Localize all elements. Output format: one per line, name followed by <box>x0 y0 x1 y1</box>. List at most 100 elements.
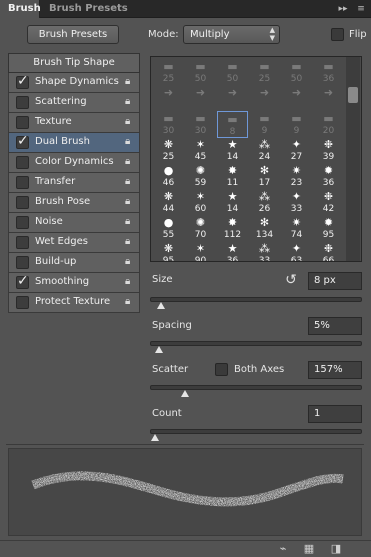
lock-icon[interactable]: 🔒︎ <box>125 76 135 88</box>
double-arrow-icon[interactable]: ▸▸ <box>336 2 350 16</box>
lock-icon[interactable]: 🔒︎ <box>125 176 135 188</box>
brush-tip-cell[interactable]: ★ 36 <box>217 241 248 261</box>
brush-tip-cell[interactable]: ⁂ 33 <box>249 241 280 261</box>
brush-tip-cell[interactable]: ✹ 36 <box>313 163 344 190</box>
lock-icon[interactable]: 🔒︎ <box>125 276 135 288</box>
brush-tip-shape-header[interactable]: Brush Tip Shape <box>8 53 140 73</box>
brush-tip-cell[interactable]: ▬ 9 <box>281 111 312 138</box>
scatter-field[interactable]: 157% <box>308 361 362 379</box>
brush-tip-cell[interactable]: ● 55 <box>153 215 184 242</box>
lock-icon[interactable]: 🔒︎ <box>125 216 135 228</box>
option-checkbox[interactable] <box>16 156 29 169</box>
lock-icon[interactable]: 🔒︎ <box>125 256 135 268</box>
brush-tip-cell[interactable]: ✻ 134 <box>249 215 280 242</box>
option-checkbox[interactable] <box>16 273 29 289</box>
option-checkbox[interactable] <box>16 176 29 189</box>
brush-tip-cell[interactable]: ▬ 8 <box>217 111 248 138</box>
mode-select[interactable]: Multiply ▲ ▼ <box>183 25 280 44</box>
count-slider-knob[interactable] <box>151 434 159 441</box>
scrollbar-thumb[interactable] <box>348 87 358 103</box>
brush-tip-cell[interactable]: ✷ 23 <box>281 163 312 190</box>
tip-grid-scrollbar[interactable] <box>346 57 360 261</box>
option-wet-edges[interactable]: Wet Edges 🔒︎ <box>8 233 140 253</box>
option-checkbox[interactable] <box>16 296 29 309</box>
option-checkbox[interactable] <box>16 133 29 149</box>
size-field[interactable]: 8 px <box>308 272 362 290</box>
brush-tip-cell[interactable]: ★ 14 <box>217 189 248 216</box>
brush-tip-cell[interactable]: ✻ 17 <box>249 163 280 190</box>
brush-tip-cell[interactable]: ✷ 74 <box>281 215 312 242</box>
option-dual-brush[interactable]: Dual Brush 🔒︎ <box>8 133 140 153</box>
option-checkbox[interactable] <box>16 256 29 269</box>
brush-tip-cell[interactable]: ✦ 63 <box>281 241 312 261</box>
brush-tip-cell[interactable]: ❋ 95 <box>153 241 184 261</box>
count-slider[interactable] <box>150 429 362 441</box>
option-checkbox[interactable] <box>16 216 29 229</box>
brush-tip-cell[interactable]: ✺ 59 <box>185 163 216 190</box>
brush-tip-cell[interactable]: ▬ 30 <box>185 111 216 138</box>
brush-tip-cell[interactable]: ❉ 39 <box>313 137 344 164</box>
spacing-field[interactable]: 5% <box>308 317 362 335</box>
lock-icon[interactable]: 🔒︎ <box>125 196 135 208</box>
lock-icon[interactable]: 🔒︎ <box>125 156 135 168</box>
both-axes-checkbox[interactable] <box>215 363 228 376</box>
brush-tip-cell[interactable]: ✸ 112 <box>217 215 248 242</box>
brush-tip-cell[interactable]: ▬ 25 <box>249 59 280 86</box>
brush-tip-cell[interactable]: ➜ <box>185 85 216 112</box>
brush-tip-cell[interactable]: ➜ <box>313 85 344 112</box>
spacing-slider-knob[interactable] <box>155 346 163 353</box>
brush-presets-button[interactable]: Brush Presets <box>27 25 119 44</box>
flip-checkbox[interactable] <box>331 28 344 41</box>
brush-tip-cell[interactable]: ✸ 11 <box>217 163 248 190</box>
reset-icon[interactable]: ↺ <box>284 273 298 287</box>
brush-tip-cell[interactable]: ✦ 27 <box>281 137 312 164</box>
lock-icon[interactable]: 🔒︎ <box>125 296 135 308</box>
brush-tip-cell[interactable]: ❋ 44 <box>153 189 184 216</box>
option-brush-pose[interactable]: Brush Pose 🔒︎ <box>8 193 140 213</box>
scatter-slider-knob[interactable] <box>181 390 189 397</box>
brush-tip-cell[interactable]: ▬ 50 <box>185 59 216 86</box>
brush-tip-cell[interactable]: ⁂ 24 <box>249 137 280 164</box>
spacing-slider[interactable] <box>150 341 362 353</box>
option-transfer[interactable]: Transfer 🔒︎ <box>8 173 140 193</box>
brush-tip-cell[interactable]: ● 46 <box>153 163 184 190</box>
brush-tip-cell[interactable]: ➜ <box>217 85 248 112</box>
brush-tip-cell[interactable]: ▬ 50 <box>217 59 248 86</box>
lock-icon[interactable]: 🔒︎ <box>125 116 135 128</box>
option-build-up[interactable]: Build-up 🔒︎ <box>8 253 140 273</box>
lock-icon[interactable]: 🔒︎ <box>125 236 135 248</box>
brush-tip-cell[interactable]: ➜ <box>281 85 312 112</box>
option-checkbox[interactable] <box>16 96 29 109</box>
option-checkbox[interactable] <box>16 236 29 249</box>
brush-tip-cell[interactable]: ✶ 90 <box>185 241 216 261</box>
option-shape-dynamics[interactable]: Shape Dynamics 🔒︎ <box>8 73 140 93</box>
tab-brush-presets[interactable]: Brush Presets <box>41 0 136 18</box>
option-noise[interactable]: Noise 🔒︎ <box>8 213 140 233</box>
brush-tip-cell[interactable]: ➜ <box>249 85 280 112</box>
option-checkbox[interactable] <box>16 73 29 89</box>
brush-tip-cell[interactable]: ✺ 70 <box>185 215 216 242</box>
brush-tip-cell[interactable]: ➜ <box>153 85 184 112</box>
option-smoothing[interactable]: Smoothing 🔒︎ <box>8 273 140 293</box>
brush-tip-cell[interactable]: ⁂ 26 <box>249 189 280 216</box>
brush-tip-cell[interactable]: ▬ 50 <box>281 59 312 86</box>
brush-tip-cell[interactable]: ▬ 30 <box>153 111 184 138</box>
brush-tip-cell[interactable]: ▬ 20 <box>313 111 344 138</box>
option-protect-texture[interactable]: Protect Texture 🔒︎ <box>8 293 140 313</box>
brush-tip-cell[interactable]: ❉ 66 <box>313 241 344 261</box>
brush-tip-cell[interactable]: ✹ 95 <box>313 215 344 242</box>
brush-tip-cell[interactable]: ✶ 45 <box>185 137 216 164</box>
panel-menu-icon[interactable]: ≡ <box>354 2 368 16</box>
brush-tip-cell[interactable]: ▬ 25 <box>153 59 184 86</box>
count-field[interactable]: 1 <box>308 405 362 423</box>
lock-icon[interactable]: 🔒︎ <box>125 136 135 148</box>
option-checkbox[interactable] <box>16 116 29 129</box>
option-texture[interactable]: Texture 🔒︎ <box>8 113 140 133</box>
brush-tip-cell[interactable]: ★ 14 <box>217 137 248 164</box>
tab-brush[interactable]: Brush <box>0 0 41 18</box>
brush-tip-cell[interactable]: ▬ 9 <box>249 111 280 138</box>
option-color-dynamics[interactable]: Color Dynamics 🔒︎ <box>8 153 140 173</box>
brush-tip-cell[interactable]: ❋ 25 <box>153 137 184 164</box>
toggle-live-tip-icon[interactable]: ⌁ <box>276 542 290 556</box>
brush-tip-cell[interactable]: ❉ 42 <box>313 189 344 216</box>
